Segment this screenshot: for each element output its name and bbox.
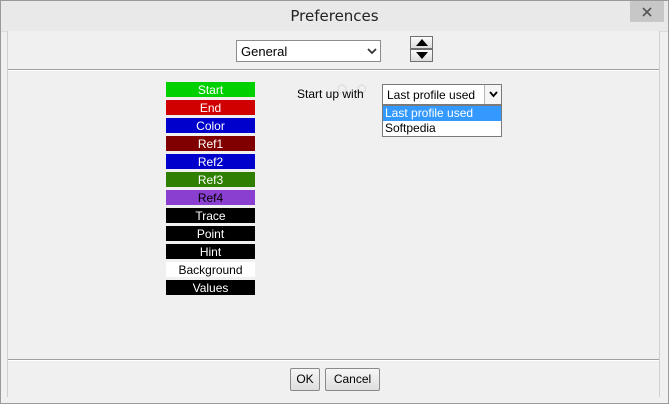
color-item-hint[interactable]: Hint <box>165 243 256 261</box>
color-item-values[interactable]: Values <box>165 279 256 297</box>
color-list: Start End Color Ref1 Ref2 Ref3 Ref4 Trace Point H… <box>165 81 256 297</box>
arrow-up-icon <box>415 39 428 46</box>
bottom-divider <box>8 359 659 361</box>
close-button[interactable] <box>630 1 664 22</box>
startup-label: Start up with <box>297 87 364 101</box>
spin-down-button[interactable] <box>410 49 433 62</box>
ok-button[interactable]: OK <box>290 368 320 391</box>
category-select-value: General <box>241 44 288 59</box>
color-item-background[interactable]: Background <box>165 261 256 279</box>
close-icon <box>642 6 652 17</box>
startup-dropdown-list: Last profile used Softpedia <box>382 105 502 137</box>
chevron-down-icon <box>488 91 498 98</box>
color-item-end[interactable]: End <box>165 99 256 117</box>
startup-combo[interactable]: Last profile used <box>382 84 502 105</box>
color-item-color[interactable]: Color <box>165 117 256 135</box>
spin-up-button[interactable] <box>410 36 433 49</box>
chevron-down-icon <box>367 48 377 55</box>
top-divider <box>8 69 659 71</box>
color-item-point[interactable]: Point <box>165 225 256 243</box>
dropdown-option[interactable]: Last profile used <box>383 106 501 121</box>
window-title: Preferences <box>290 7 379 25</box>
category-select[interactable]: General <box>236 40 381 62</box>
category-spinner <box>410 36 433 62</box>
color-item-ref3[interactable]: Ref3 <box>165 171 256 189</box>
startup-combo-value: Last profile used <box>387 88 476 102</box>
color-item-ref4[interactable]: Ref4 <box>165 189 256 207</box>
startup-combo-button[interactable] <box>484 85 501 104</box>
dropdown-option[interactable]: Softpedia <box>383 121 501 136</box>
cancel-button[interactable]: Cancel <box>325 368 380 391</box>
color-item-trace[interactable]: Trace <box>165 207 256 225</box>
color-item-ref1[interactable]: Ref1 <box>165 135 256 153</box>
title-bar: Preferences <box>1 1 668 32</box>
client-area <box>7 31 660 397</box>
arrow-down-icon <box>415 52 428 59</box>
color-item-ref2[interactable]: Ref2 <box>165 153 256 171</box>
color-item-start[interactable]: Start <box>165 81 256 99</box>
